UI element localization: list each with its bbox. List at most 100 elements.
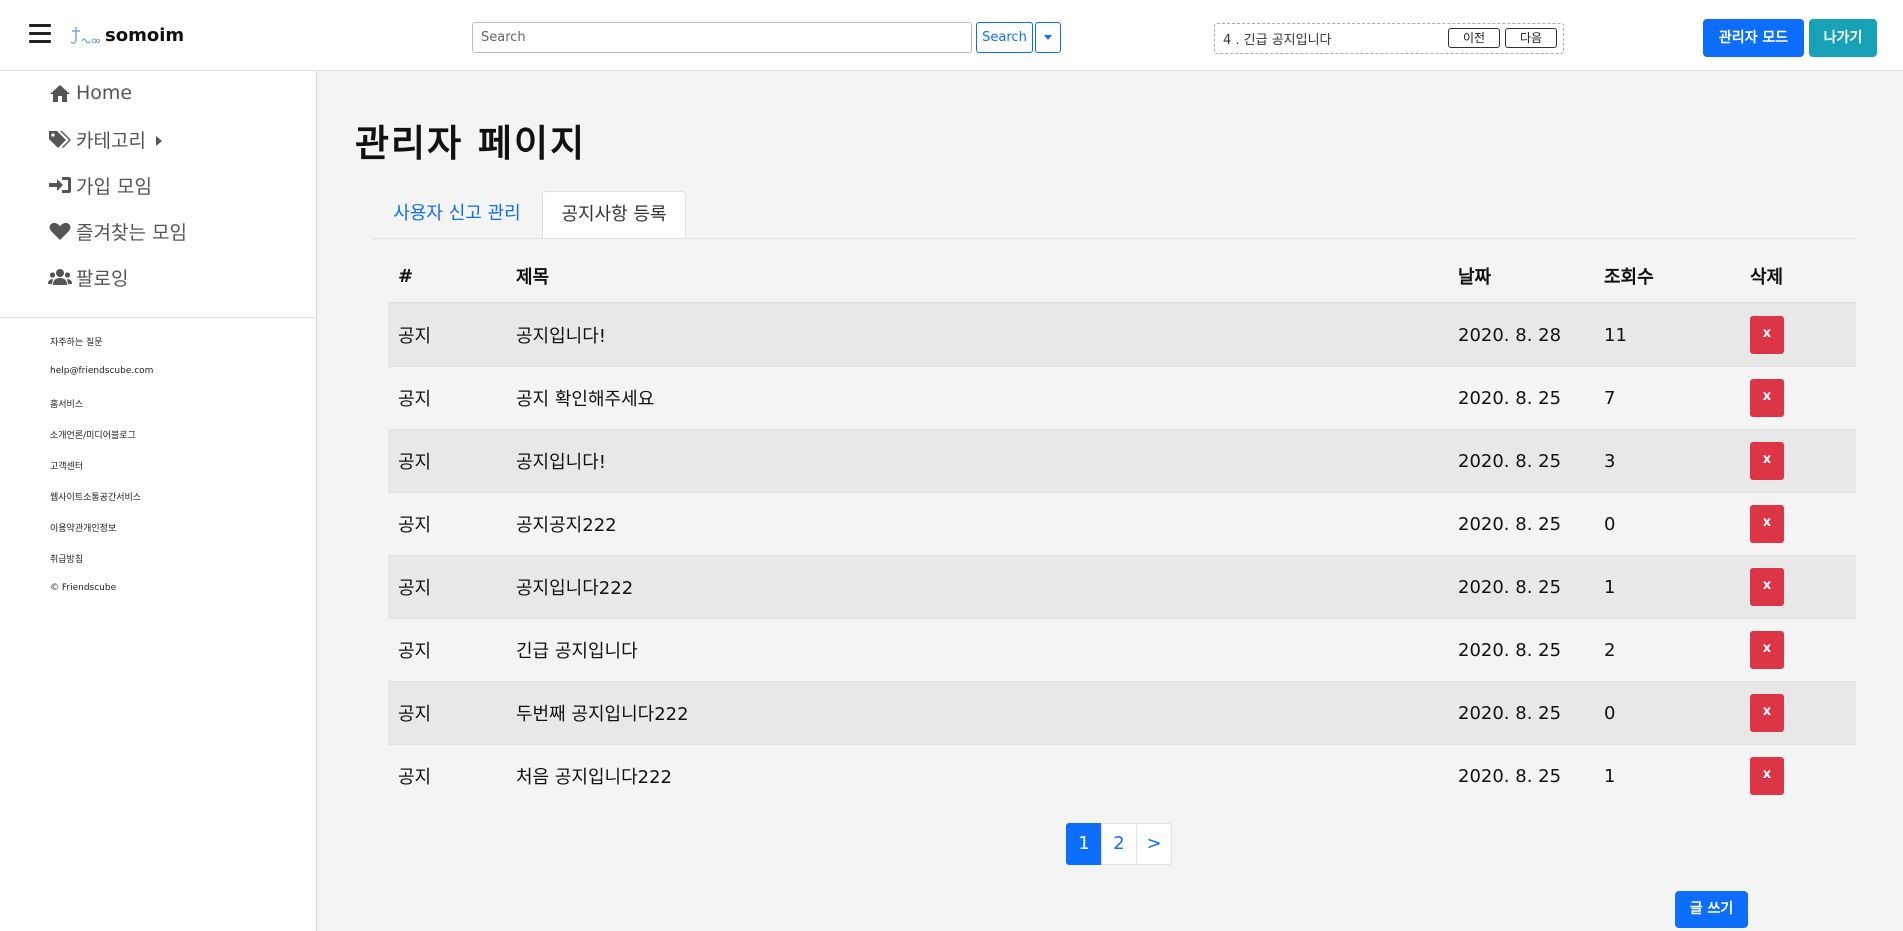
column-header-delete: 삭제 <box>1740 250 1856 304</box>
table-row[interactable]: 공지 공지 확인해주세요 2020. 8. 25 7 x <box>388 366 1856 430</box>
row-date: 2020. 8. 25 <box>1448 366 1594 430</box>
app-name[interactable]: somoim <box>105 25 184 46</box>
row-delete-cell: x <box>1740 681 1856 745</box>
row-delete-cell: x <box>1740 555 1856 619</box>
delete-button[interactable]: x <box>1750 442 1784 480</box>
footer-link-media[interactable]: 소개언론/미디어블로그 <box>50 428 136 441</box>
notice-ticker: 4 . 긴급 공지입니다 이전 다음 <box>1214 23 1564 54</box>
tab-notice-register[interactable]: 공지사항 등록 <box>542 191 686 239</box>
table-row[interactable]: 공지 두번째 공지입니다222 2020. 8. 25 0 x <box>388 681 1856 745</box>
sidebar-item-label: 즐겨찾는 모임 <box>76 221 187 244</box>
sidebar-item-label: 가입 모임 <box>76 175 152 198</box>
row-views: 0 <box>1594 681 1740 745</box>
footer-copyright: © Friendscube <box>50 583 117 593</box>
sign-in-icon <box>49 177 71 193</box>
row-date: 2020. 8. 25 <box>1448 429 1594 493</box>
footer-link-support[interactable]: 고객센터 <box>50 459 83 472</box>
delete-button[interactable]: x <box>1750 694 1784 732</box>
logo-icon <box>70 27 100 44</box>
row-date: 2020. 8. 25 <box>1448 555 1594 619</box>
delete-button[interactable]: x <box>1750 505 1784 543</box>
table-row[interactable]: 공지 긴급 공지입니다 2020. 8. 25 2 x <box>388 618 1856 682</box>
exit-button[interactable]: 나가기 <box>1809 19 1877 57</box>
sidebar-item-label: Home <box>76 82 133 104</box>
ticker-next-button[interactable]: 다음 <box>1505 28 1557 48</box>
row-views: 2 <box>1594 618 1740 682</box>
row-delete-cell: x <box>1740 366 1856 430</box>
delete-button[interactable]: x <box>1750 379 1784 417</box>
users-icon <box>48 269 72 285</box>
row-date: 2020. 8. 25 <box>1448 681 1594 745</box>
notices-table: # 제목 날짜 조회수 삭제 공지 공지입니다! 2020. 8. 28 11 … <box>388 250 1856 807</box>
footer-link-policy[interactable]: 취급방침 <box>50 552 83 565</box>
footer-link-community[interactable]: 웹사이트소통공간서비스 <box>50 490 141 503</box>
caret-down-icon <box>1044 35 1052 40</box>
search-dropdown-button[interactable] <box>1035 22 1061 53</box>
row-category: 공지 <box>388 302 506 367</box>
table-header-row: # 제목 날짜 조회수 삭제 <box>388 250 1856 304</box>
row-delete-cell: x <box>1740 429 1856 493</box>
row-date: 2020. 8. 25 <box>1448 744 1594 807</box>
page-title: 관리자 페이지 <box>355 122 587 165</box>
row-title[interactable]: 두번째 공지입니다222 <box>506 681 1448 745</box>
row-title[interactable]: 처음 공지입니다222 <box>506 744 1448 807</box>
row-title[interactable]: 공지입니다222 <box>506 555 1448 619</box>
row-category: 공지 <box>388 744 506 807</box>
delete-button[interactable]: x <box>1750 757 1784 795</box>
row-views: 7 <box>1594 366 1740 430</box>
row-title[interactable]: 공지공지222 <box>506 492 1448 556</box>
row-delete-cell: x <box>1740 744 1856 807</box>
delete-button[interactable]: x <box>1750 316 1784 354</box>
row-category: 공지 <box>388 492 506 556</box>
page-button-2[interactable]: 2 <box>1101 823 1137 865</box>
page-button-1[interactable]: 1 <box>1066 823 1102 865</box>
tags-icon <box>49 131 71 148</box>
column-header-title: 제목 <box>506 250 1448 304</box>
sidebar-item-following[interactable]: 팔로잉 <box>48 262 128 292</box>
row-category: 공지 <box>388 618 506 682</box>
search-button[interactable]: Search <box>976 22 1033 53</box>
ticker-text[interactable]: 4 . 긴급 공지입니다 <box>1223 29 1332 48</box>
row-category: 공지 <box>388 429 506 493</box>
caret-right-icon <box>155 135 162 146</box>
sidebar-item-joined[interactable]: 가입 모임 <box>48 170 152 200</box>
row-date: 2020. 8. 28 <box>1448 302 1594 367</box>
delete-button[interactable]: x <box>1750 631 1784 669</box>
row-views: 11 <box>1594 302 1740 367</box>
table-row[interactable]: 공지 처음 공지입니다222 2020. 8. 25 1 x <box>388 744 1856 807</box>
footer-link-terms[interactable]: 이용약관개인정보 <box>50 521 116 534</box>
table-row[interactable]: 공지 공지입니다! 2020. 8. 28 11 x <box>388 302 1856 367</box>
column-header-number: # <box>388 250 506 304</box>
row-title[interactable]: 공지입니다! <box>506 302 1448 367</box>
page-next-button[interactable]: > <box>1136 823 1172 865</box>
footer-link-email[interactable]: help@friendscube.com <box>50 366 153 376</box>
admin-mode-button[interactable]: 관리자 모드 <box>1703 19 1804 57</box>
top-navbar: somoim Search 4 . 긴급 공지입니다 이전 다음 관리자 모드 … <box>0 0 1903 71</box>
row-delete-cell: x <box>1740 492 1856 556</box>
row-views: 1 <box>1594 744 1740 807</box>
search-input[interactable] <box>472 22 972 53</box>
row-date: 2020. 8. 25 <box>1448 618 1594 682</box>
sidebar: Home 카테고리 가입 모임 즐겨찾는 모임 팔로잉 자주하는 질문 help… <box>0 71 317 931</box>
row-views: 0 <box>1594 492 1740 556</box>
menu-icon[interactable] <box>29 24 51 44</box>
row-title[interactable]: 공지 확인해주세요 <box>506 366 1448 430</box>
sidebar-item-category[interactable]: 카테고리 <box>48 124 162 154</box>
sidebar-item-home[interactable]: Home <box>48 78 132 108</box>
home-icon <box>50 85 70 102</box>
table-row[interactable]: 공지 공지입니다222 2020. 8. 25 1 x <box>388 555 1856 619</box>
table-row[interactable]: 공지 공지공지222 2020. 8. 25 0 x <box>388 492 1856 556</box>
tabs-divider <box>372 238 1856 239</box>
footer-link-home-service[interactable]: 홈서비스 <box>50 397 83 410</box>
delete-button[interactable]: x <box>1750 568 1784 606</box>
sidebar-item-favorites[interactable]: 즐겨찾는 모임 <box>48 216 187 246</box>
row-delete-cell: x <box>1740 302 1856 367</box>
ticker-prev-button[interactable]: 이전 <box>1448 28 1500 48</box>
row-title[interactable]: 긴급 공지입니다 <box>506 618 1448 682</box>
tab-user-reports[interactable]: 사용자 신고 관리 <box>372 191 542 239</box>
footer-link-faq[interactable]: 자주하는 질문 <box>50 335 103 348</box>
row-category: 공지 <box>388 555 506 619</box>
table-row[interactable]: 공지 공지입니다! 2020. 8. 25 3 x <box>388 429 1856 493</box>
row-title[interactable]: 공지입니다! <box>506 429 1448 493</box>
write-post-button[interactable]: 글 쓰기 <box>1675 891 1748 928</box>
